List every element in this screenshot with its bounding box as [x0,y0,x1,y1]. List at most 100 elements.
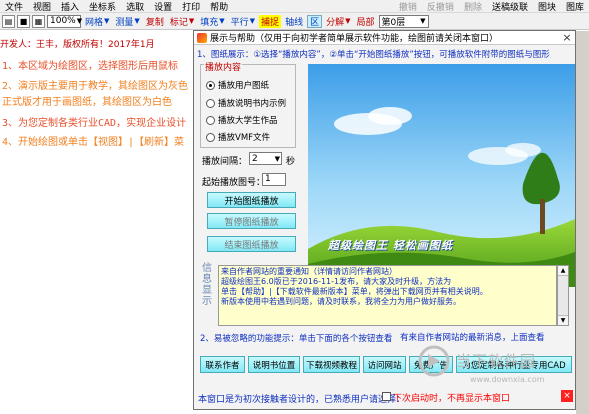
mark-button[interactable]: 标记 ▼ [168,15,196,28]
local-button[interactable]: 局部 [355,15,377,28]
area-button[interactable]: 区 [307,14,323,28]
radio-unchecked-icon [206,115,215,125]
notice-box[interactable]: 来自作者网站的重要通知（详情请访问作者网站） 超级绘图王6.0版已于2016-1… [218,265,557,326]
contact-author-button[interactable]: 联系作者 [200,356,245,373]
menu-undo[interactable]: 撤销 [394,0,422,13]
download-video-button[interactable]: 下载视频教程 [303,356,360,373]
manual-location-button[interactable]: 说明书位置 [248,356,300,373]
split-label: 分解 [326,17,345,28]
menu-bar: 文件 视图 插入 坐标系 选取 设置 打印 帮助 撤销 反撤销 删除 送稿级联 … [0,0,589,13]
menu-print[interactable]: 打印 [177,0,205,13]
radio-label: 播放用户图纸 [218,81,270,91]
zoom-select[interactable]: 100% ▼ [47,14,83,28]
watermark-logo [418,345,450,377]
menu-select[interactable]: 选取 [121,0,149,13]
interval-select[interactable]: 2 ▼ [249,152,282,165]
menu-file[interactable]: 文件 [0,0,28,13]
menu-cascade[interactable]: 送稿级联 [487,0,533,13]
grid-button[interactable]: 网格 ▼ [83,15,111,28]
picture-caption: 超级绘图王 轻松画图纸 [328,239,453,252]
info-line-1: 1、本区域为绘图区，选择图形后用鼠标 [2,61,179,72]
visit-website-button[interactable]: 访问网站 [363,356,406,373]
watermark-text: 当下软件园 [456,352,537,370]
notice-line: 单击【帮助】|【下载软件最新版本】菜单，将弹出下载网页并有相关说明。 [221,287,488,296]
menu-view[interactable]: 视图 [28,0,56,13]
info-vertical-label: 信息显示 [202,263,212,307]
landscape-picture [308,64,575,287]
menu-redo[interactable]: 反撤销 [422,0,459,13]
interval-value: 2 [252,153,258,164]
watermark-url: www.downxia.com [470,375,545,384]
start-play-button[interactable]: 开始图纸播放 [207,192,296,208]
radio-user-drawings[interactable]: 播放用户图纸 [206,79,269,91]
print-icon[interactable]: ▦ [32,14,45,28]
developer-line: 开发人：王丰，版权所有！2017年1月 [0,40,155,50]
radio-label: 播放VMF文件 [218,133,271,143]
split-button[interactable]: 分解 ▼ [324,15,352,28]
menu-help[interactable]: 帮助 [205,0,233,13]
scroll-down-icon[interactable]: ▼ [558,315,568,325]
stop-play-button[interactable]: 结束图纸播放 [207,236,296,252]
latest-news-link[interactable]: 有来自作者网站的最新消息，上面查看 [400,331,545,343]
radio-student-works[interactable]: 播放大学生作品 [206,114,278,126]
chevron-down-icon: ▼ [249,17,256,25]
menu-settings[interactable]: 设置 [149,0,177,13]
menu-coordinate[interactable]: 坐标系 [84,0,121,13]
step2-hint: 2、易被忽略的功能提示：单击下面的各个按钮查看 [200,334,393,344]
open-icon[interactable]: ▤ [2,14,15,28]
scroll-up-icon[interactable]: ▲ [558,266,568,276]
dialog-titlebar[interactable]: 展示与帮助（仅用于向初学者简单展示软件功能，绘图前请关闭本窗口） × [194,31,575,45]
pause-play-button[interactable]: 暂停图纸播放 [207,213,296,229]
start-number-label: 起始播放图号： [202,178,266,188]
notice-line: 超级绘图王6.0版已于2016-11-1发布，请大家及时升级，方法为 [221,277,452,286]
footer-text: 本窗口是为初次接触者设计的，已熟悉用户请选择： [198,395,406,405]
toolbar: ▤ ■ ▦ 100% ▼ 网格 ▼ 测量 ▼ 复制 标记 ▼ 填充 ▼ 平行 ▼ 捕捉 轴线… [0,13,589,30]
save-icon[interactable]: ■ [17,14,30,28]
notice-line: 新版本使用中若遇到问题，请及时联系，我将全力为用户做好服务。 [221,297,461,306]
fill-button[interactable]: 填充 ▼ [198,15,226,28]
chevron-down-icon: ▼ [420,17,426,25]
radio-label: 播放说明书内示例 [218,99,287,109]
info-line-4: 4、开始绘图或单击【视图】|【刷新】菜 [2,137,185,148]
grid-label: 网格 [85,17,104,28]
menu-delete[interactable]: 删除 [459,0,487,13]
radio-manual-examples[interactable]: 播放说明书内示例 [206,97,286,109]
measure-button[interactable]: 测量 ▼ [113,15,141,28]
radio-vmf-file[interactable]: 播放VMF文件 [206,131,270,143]
snap-button[interactable]: 捕捉 [259,14,282,28]
zoom-value: 100% [50,16,76,26]
close-icon[interactable]: × [561,390,573,402]
chevron-down-icon: ▼ [219,17,225,25]
app-icon [197,32,207,43]
chevron-down-icon: ▼ [76,17,83,25]
info-line-2b: 正式版才用于画图纸，其绘图区为白色 [2,97,172,108]
close-icon[interactable]: × [561,32,573,43]
axis-button[interactable]: 轴线 [283,15,305,28]
measure-label: 测量 [115,17,134,28]
chevron-down-icon: ▼ [134,17,140,25]
copy-button[interactable]: 复制 [144,15,166,28]
chevron-down-icon: ▼ [274,154,280,163]
layer-select[interactable]: 第0层 ▼ [378,14,429,28]
menu-block[interactable]: 图块 [533,0,561,13]
chevron-down-icon: ▼ [104,17,110,25]
fill-label: 填充 [200,17,219,28]
menu-library[interactable]: 图库 [561,0,589,13]
radio-unchecked-icon [206,132,215,142]
info-line-2: 2、演示版主要用于教学，其绘图区为灰色 [2,81,189,92]
right-side-panel [576,31,589,414]
parallel-button[interactable]: 平行 ▼ [229,15,257,28]
layer-value: 第0层 [381,17,406,28]
radio-label: 播放大学生作品 [218,116,278,126]
play-content-title: 播放内容 [204,60,243,73]
dont-show-checkbox[interactable] [382,392,391,401]
menu-insert[interactable]: 插入 [56,0,84,13]
step1-hint: 1、图纸展示：①选择“播放内容”，②单击“开始图纸播放”按钮，可播放软件附带的图… [197,50,550,60]
notice-scrollbar[interactable]: ▲ ▼ [557,265,569,326]
start-number-input[interactable]: 1 [262,173,286,186]
mark-label: 标记 [169,17,188,28]
notice-line: 来自作者网站的重要通知（详情请访问作者网站） [221,267,397,276]
interval-label: 播放间隔： [202,157,248,167]
parallel-label: 平行 [230,17,249,28]
dont-show-label[interactable]: 下次启动时，不再显示本窗口 [393,391,510,404]
